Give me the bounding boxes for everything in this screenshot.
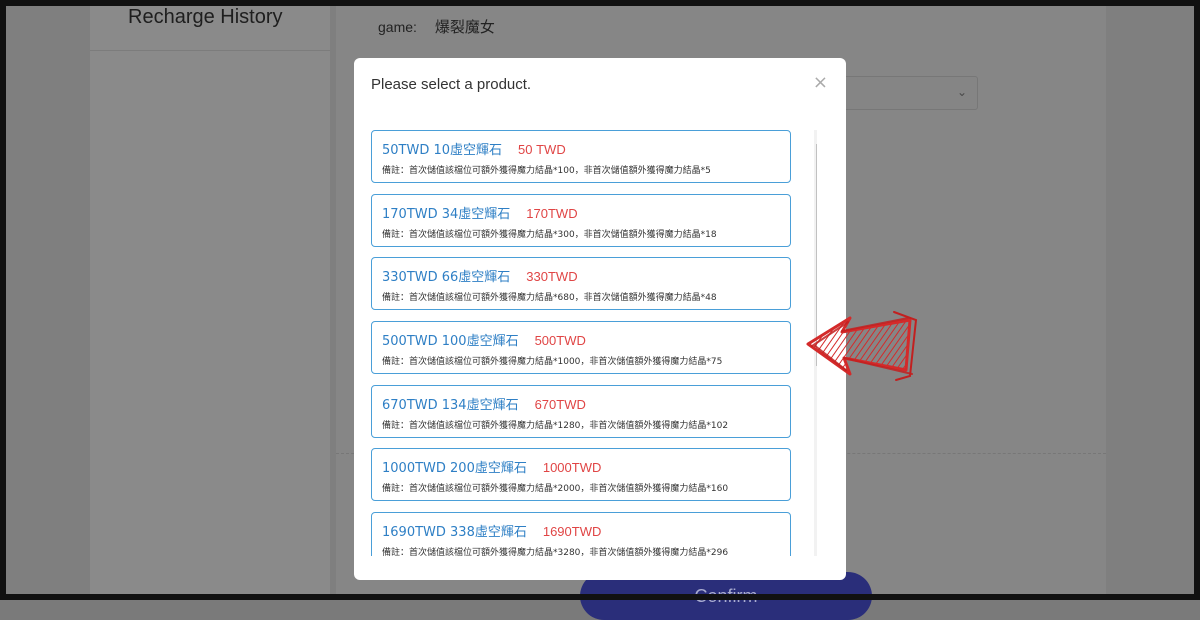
game-label: game: [378,19,417,35]
product-name: 670TWD 134虛空輝石 [382,397,519,413]
product-name: 1690TWD 338虛空輝石 [382,525,527,541]
product-item[interactable]: 170TWD 34虛空輝石 170TWD 備註：首次儲值該檔位可額外獲得魔力結晶*… [371,193,791,247]
product-note: 備註：首次儲值該檔位可額外獲得魔力結晶*3280，非首次儲值額外獲得魔力結晶*2… [382,548,729,556]
product-item[interactable]: 1000TWD 200虛空輝石 1000TWD 備註：首次儲值該檔位可額外獲得魔力… [371,448,791,502]
scroll-down-arrow-icon[interactable]: ▼ [814,544,817,556]
product-note: 備註：首次儲值該檔位可額外獲得魔力結晶*1000，非首次儲值額外獲得魔力結晶*7… [382,357,723,368]
game-row: game: 爆裂魔女 [378,16,495,37]
product-item-highlighted[interactable]: 500TWD 100虛空輝石 500TWD 備註：首次儲值該檔位可額外獲得魔力結晶… [371,321,791,375]
game-value: 爆裂魔女 [434,19,495,36]
product-list: 50TWD 10虛空輝石 50 TWD 備註：首次儲值該檔位可額外獲得魔力結晶*1… [371,130,791,556]
product-price: 170TWD [526,205,578,221]
sidebar: Recharge History [90,6,330,600]
product-note: 備註：首次儲值該檔位可額外獲得魔力結晶*100，非首次儲值額外獲得魔力結晶*5 [382,166,711,176]
product-name: 170TWD 34虛空輝石 [382,206,511,222]
product-item[interactable]: 670TWD 134虛空輝石 670TWD 備註：首次儲值該檔位可額外獲得魔力結晶… [371,384,791,438]
product-list-viewport: 50TWD 10虛空輝石 50 TWD 備註：首次儲值該檔位可額外獲得魔力結晶*1… [371,130,817,556]
sidebar-title: Recharge History [128,6,283,28]
close-icon[interactable]: × [813,72,828,93]
product-name: 330TWD 66虛空輝石 [382,270,511,286]
product-price: 670TWD [534,396,586,412]
product-price: 330TWD [526,269,578,285]
product-note: 備註：首次儲值該檔位可額外獲得魔力結晶*2000，非首次儲值額外獲得魔力結晶*1… [382,484,729,495]
product-note: 備註：首次儲值該檔位可額外獲得魔力結晶*300，非首次儲值額外獲得魔力結晶*18 [382,229,717,240]
product-note: 備註：首次儲值該檔位可額外獲得魔力結晶*1280，非首次儲值額外獲得魔力結晶*1… [382,420,729,431]
product-item[interactable]: 1690TWD 338虛空輝石 1690TWD 備註：首次儲值該檔位可額外獲得魔力… [371,512,791,556]
product-price: 50 TWD [518,142,566,157]
product-price: 500TWD [534,333,586,349]
product-name: 50TWD 10虛空輝石 [382,143,503,158]
product-name: 1000TWD 200虛空輝石 [382,461,527,477]
scroll-up-arrow-icon[interactable]: ▲ [814,130,817,142]
product-name: 500TWD 100虛空輝石 [382,334,519,350]
product-select-modal: Please select a product. × 50TWD 10虛空輝石 5… [354,58,846,580]
red-arrow-annotation-icon [806,311,918,381]
product-note: 備註：首次儲值該檔位可額外獲得魔力結晶*680，非首次儲值額外獲得魔力結晶*48 [382,293,717,304]
product-item[interactable]: 330TWD 66虛空輝石 330TWD 備註：首次儲值該檔位可額外獲得魔力結晶*… [371,257,791,311]
product-price: 1690TWD [542,524,602,540]
product-item[interactable]: 50TWD 10虛空輝石 50 TWD 備註：首次儲值該檔位可額外獲得魔力結晶*1… [371,130,791,183]
modal-title: Please select a product. [371,76,532,93]
product-price: 1000TWD [542,460,602,476]
chevron-down-icon: ⌄ [956,85,967,99]
sidebar-divider [90,50,330,51]
